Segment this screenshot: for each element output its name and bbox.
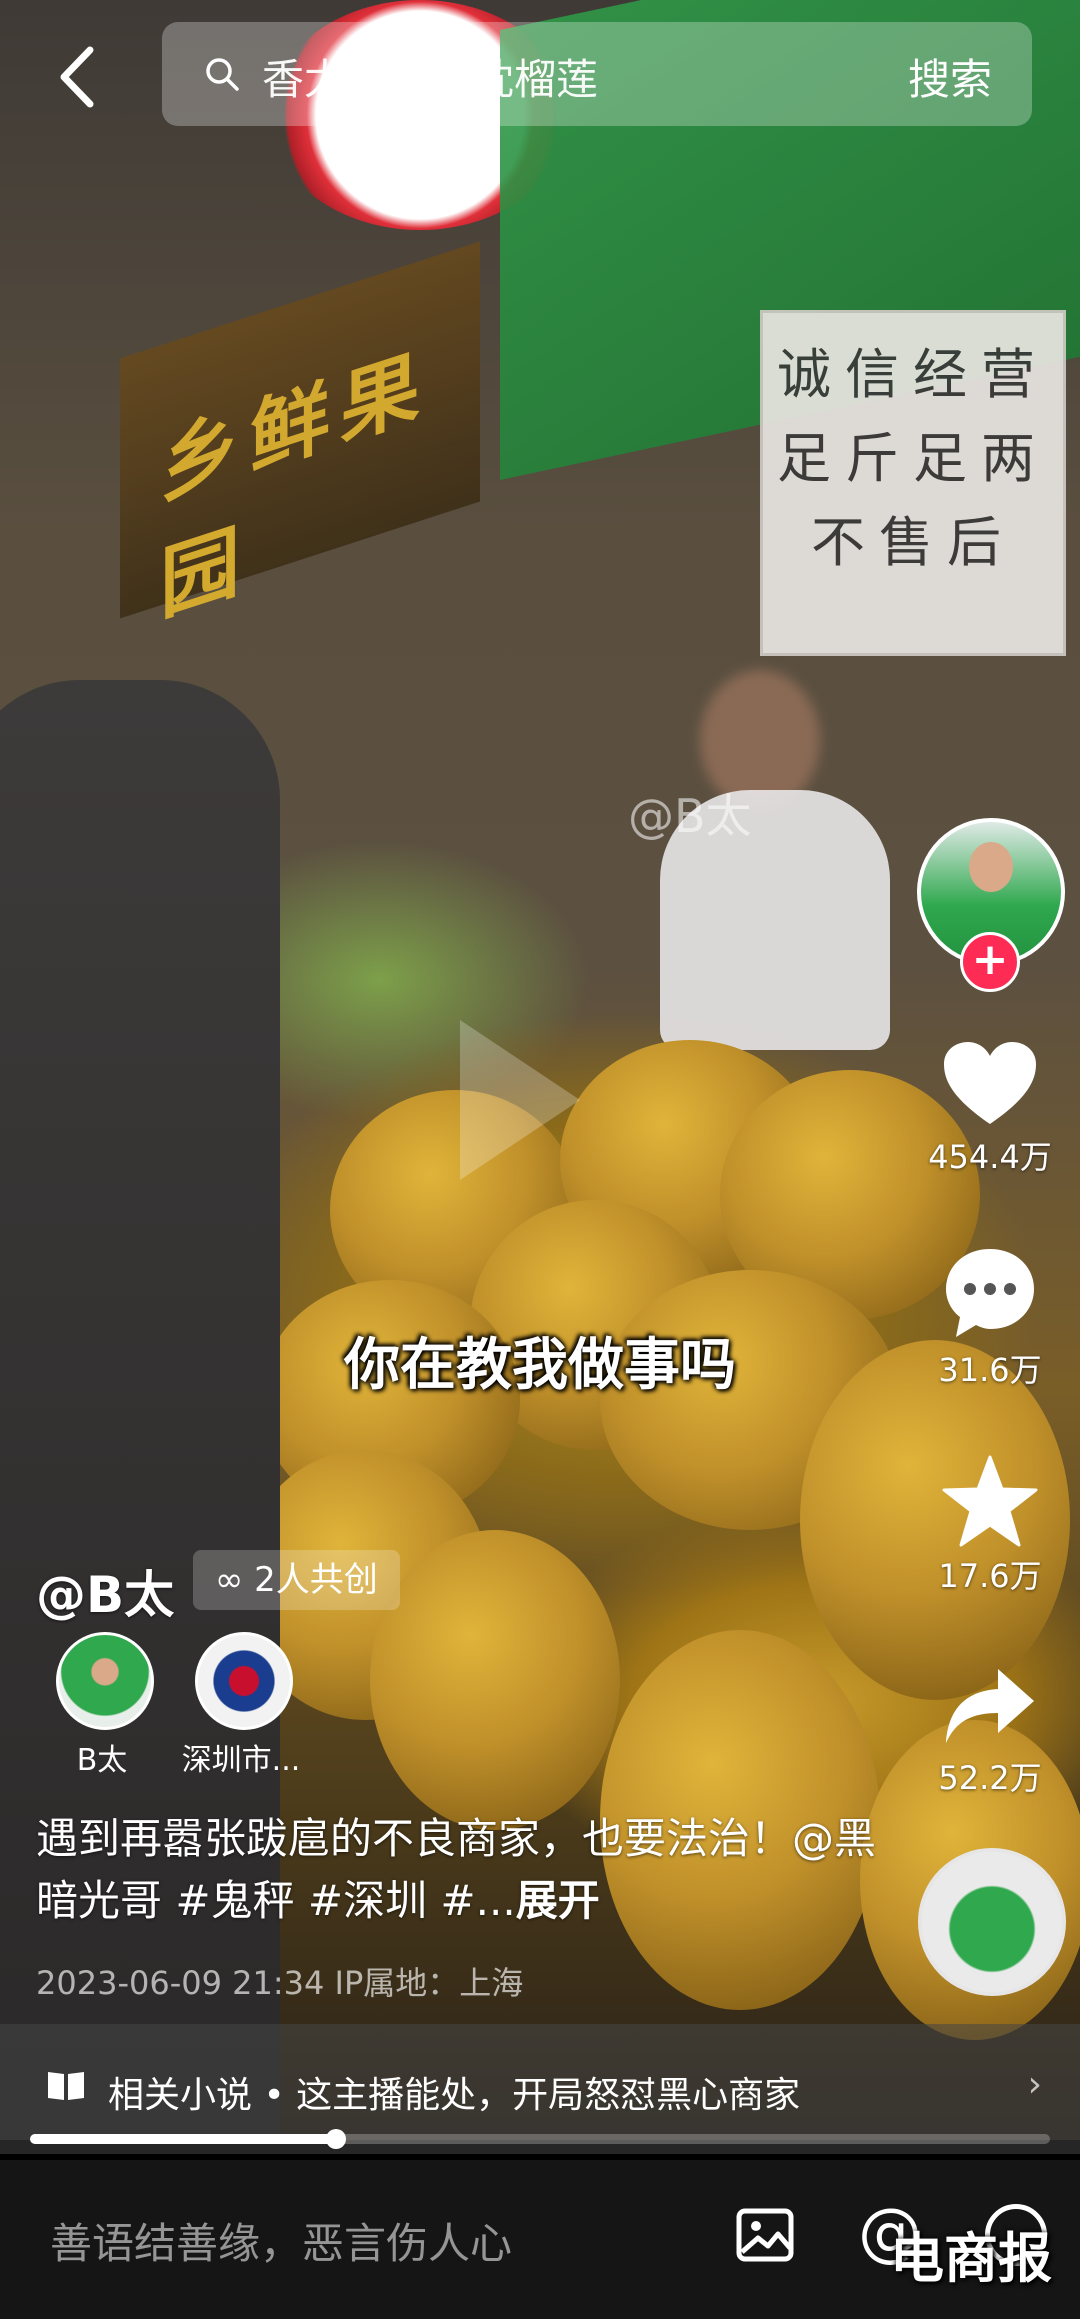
chevron-right-icon: › — [1027, 2064, 1042, 2105]
video-caption[interactable]: 遇到再嚣张跋扈的不良商家，也要法治！@黑暗光哥 #鬼秤 #深圳 #...展开 — [36, 1808, 876, 1932]
author-name[interactable]: @B太 — [36, 1555, 174, 1627]
music-disc[interactable] — [918, 1848, 1066, 1996]
video-progress[interactable] — [30, 2129, 1050, 2149]
co-creator-name[interactable]: 深圳市... — [161, 1735, 321, 1779]
co-create-badge[interactable]: ∞ 2人共创 — [193, 1550, 400, 1610]
play-icon — [460, 1020, 580, 1180]
star-icon — [942, 1455, 1038, 1547]
store-notice: 诚信经营 足斤足两 不售后 — [760, 310, 1066, 656]
co-creator-avatar[interactable] — [195, 1632, 293, 1730]
caption-text: 遇到再嚣张跋扈的不良商家，也要法治！@黑暗光哥 #鬼秤 #深圳 #... — [36, 1814, 877, 1925]
search-bar[interactable]: 香太泰国金枕榴莲 搜索 — [162, 22, 1032, 126]
progress-knob[interactable] — [326, 2129, 346, 2149]
comment-button[interactable]: 31.6万 — [905, 1245, 1075, 1391]
progress-fill — [30, 2134, 336, 2144]
share-button[interactable]: 52.2万 — [905, 1665, 1075, 1799]
share-count: 52.2万 — [938, 1759, 1042, 1797]
search-query[interactable]: 香太泰国金枕榴莲 — [262, 46, 598, 107]
comment-bar: 善语结善缘，恶言伤人心 @ 电商报 — [0, 2160, 1080, 2319]
comment-icon — [946, 1249, 1034, 1337]
favorite-button[interactable]: 17.6万 — [905, 1455, 1075, 1597]
co-create-label: 2人共创 — [254, 1560, 378, 1600]
heart-icon — [944, 1042, 1036, 1124]
search-icon — [206, 58, 239, 91]
expand-button[interactable]: 展开 — [516, 1876, 600, 1925]
related-novel-text: 相关小说 • 这主播能处，开局怒怼黑心商家 — [108, 2075, 801, 2116]
comment-input[interactable]: 善语结善缘，恶言伤人心 — [50, 2210, 512, 2271]
image-icon[interactable] — [736, 2208, 794, 2262]
share-icon — [946, 1669, 1034, 1743]
durian — [370, 1530, 620, 1830]
back-icon — [60, 46, 94, 108]
store-sign-fruit: 乡鲜果园 — [120, 241, 480, 632]
like-button[interactable]: 454.4万 — [905, 1040, 1075, 1178]
comment-count: 31.6万 — [938, 1351, 1042, 1389]
book-icon — [48, 2072, 84, 2100]
brand-watermark: 电商报 — [890, 2227, 1052, 2290]
follow-button[interactable]: + — [960, 932, 1020, 992]
co-creator-avatar[interactable] — [56, 1632, 154, 1730]
link-icon: ∞ — [215, 1560, 244, 1600]
video-watermark: @B太 — [628, 789, 752, 843]
like-count: 454.4万 — [928, 1138, 1052, 1176]
favorite-count: 17.6万 — [938, 1557, 1042, 1595]
back-button[interactable] — [50, 42, 110, 112]
co-creator-name[interactable]: B太 — [22, 1735, 182, 1779]
search-button[interactable]: 搜索 — [908, 46, 992, 107]
post-meta: 2023-06-09 21:34 IP属地：上海 — [36, 1964, 524, 2002]
